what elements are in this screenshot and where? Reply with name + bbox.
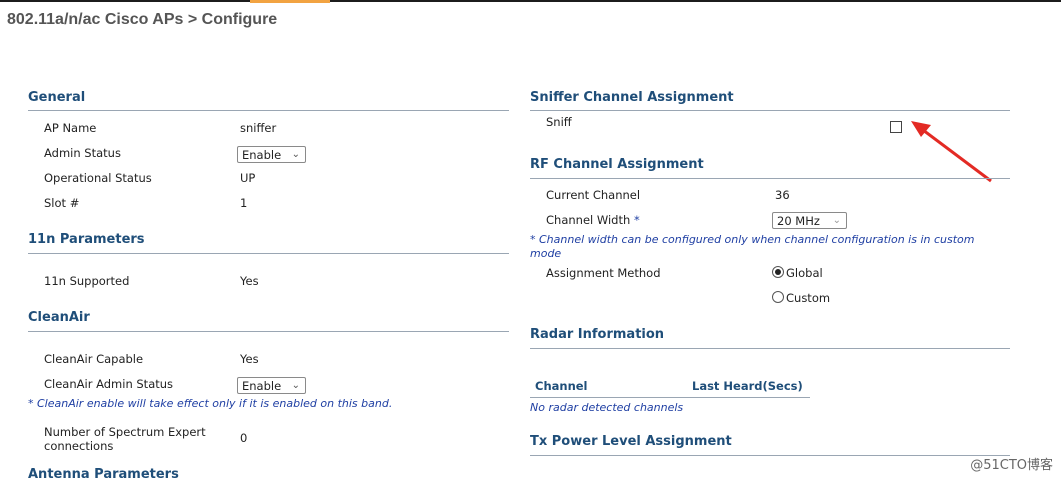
rf-divider	[530, 178, 1010, 179]
cleanair-section-title: CleanAir	[28, 310, 90, 325]
channel-width-label: Channel Width *	[546, 213, 640, 227]
top-border	[0, 0, 1061, 2]
channel-width-select[interactable]: 20 MHz ⌄	[772, 212, 847, 229]
11n-divider	[28, 253, 509, 254]
rf-section-title: RF Channel Assignment	[530, 157, 704, 172]
current-channel-label: Current Channel	[546, 188, 641, 202]
custom-radio[interactable]	[772, 291, 784, 303]
cleanair-capable-value: Yes	[240, 352, 259, 366]
general-section-title: General	[28, 90, 86, 105]
tx-section-title: Tx Power Level Assignment	[530, 434, 732, 449]
11n-section-title: 11n Parameters	[28, 232, 145, 247]
chevron-down-icon: ⌄	[291, 380, 300, 391]
channel-width-label-text: Channel Width	[546, 213, 631, 227]
ap-name-value: sniffer	[240, 121, 277, 135]
radar-empty-text: No radar detected channels	[530, 401, 684, 414]
cleanair-note: * CleanAir enable will take effect only …	[28, 397, 393, 410]
sniff-checkbox[interactable]	[890, 121, 902, 133]
chevron-down-icon: ⌄	[832, 215, 841, 226]
radar-col-last-heard: Last Heard(Secs)	[692, 379, 803, 393]
channel-width-note-line2: mode	[530, 247, 562, 260]
current-channel-value: 36	[775, 188, 790, 202]
radar-section-title: Radar Information	[530, 327, 665, 342]
11n-supported-label: 11n Supported	[44, 274, 130, 288]
antenna-section-title: Antenna Parameters	[28, 467, 179, 482]
spectrum-expert-label-line1: Number of Spectrum Expert	[44, 425, 206, 439]
custom-radio-label: Custom	[786, 291, 831, 305]
global-radio[interactable]	[772, 266, 784, 278]
channel-width-asterisk: *	[633, 213, 640, 227]
spectrum-expert-label: Number of Spectrum Expert connections	[44, 425, 206, 453]
operational-status-value: UP	[240, 171, 256, 185]
slot-value: 1	[240, 196, 248, 210]
ap-name-label: AP Name	[44, 121, 97, 135]
cleanair-capable-label: CleanAir Capable	[44, 352, 144, 366]
arrow-shaft	[918, 125, 992, 183]
sniff-label: Sniff	[546, 115, 572, 129]
channel-width-note-line1: * Channel width can be configured only w…	[530, 233, 975, 246]
assignment-method-label: Assignment Method	[546, 266, 661, 280]
active-tab-indicator	[250, 0, 330, 3]
general-divider	[28, 110, 509, 111]
11n-supported-value: Yes	[240, 274, 259, 288]
global-radio-label: Global	[786, 266, 823, 280]
admin-status-select[interactable]: Enable ⌄	[237, 146, 306, 163]
radar-col-channel: Channel	[535, 379, 588, 393]
channel-width-selected-value: 20 MHz	[777, 214, 820, 228]
spectrum-expert-label-line2: connections	[44, 439, 114, 453]
sniffer-divider	[530, 110, 1010, 111]
chevron-down-icon: ⌄	[291, 149, 300, 160]
tx-divider	[530, 455, 1010, 456]
cleanair-divider	[28, 331, 509, 332]
channel-width-note: * Channel width can be configured only w…	[530, 233, 975, 261]
operational-status-label: Operational Status	[44, 171, 152, 185]
spectrum-expert-value: 0	[240, 431, 248, 445]
cleanair-admin-select[interactable]: Enable ⌄	[237, 377, 306, 394]
admin-status-label: Admin Status	[44, 146, 121, 160]
slot-label: Slot #	[44, 196, 80, 210]
admin-status-selected-value: Enable	[242, 148, 282, 162]
radar-divider	[530, 348, 1010, 349]
watermark: @51CTO博客	[970, 458, 1053, 473]
cleanair-admin-selected-value: Enable	[242, 379, 282, 393]
page-title: 802.11a/n/ac Cisco APs > Configure	[7, 11, 278, 28]
sniffer-section-title: Sniffer Channel Assignment	[530, 90, 734, 105]
cleanair-admin-label: CleanAir Admin Status	[44, 377, 174, 391]
radar-table-header-rule	[530, 397, 810, 398]
